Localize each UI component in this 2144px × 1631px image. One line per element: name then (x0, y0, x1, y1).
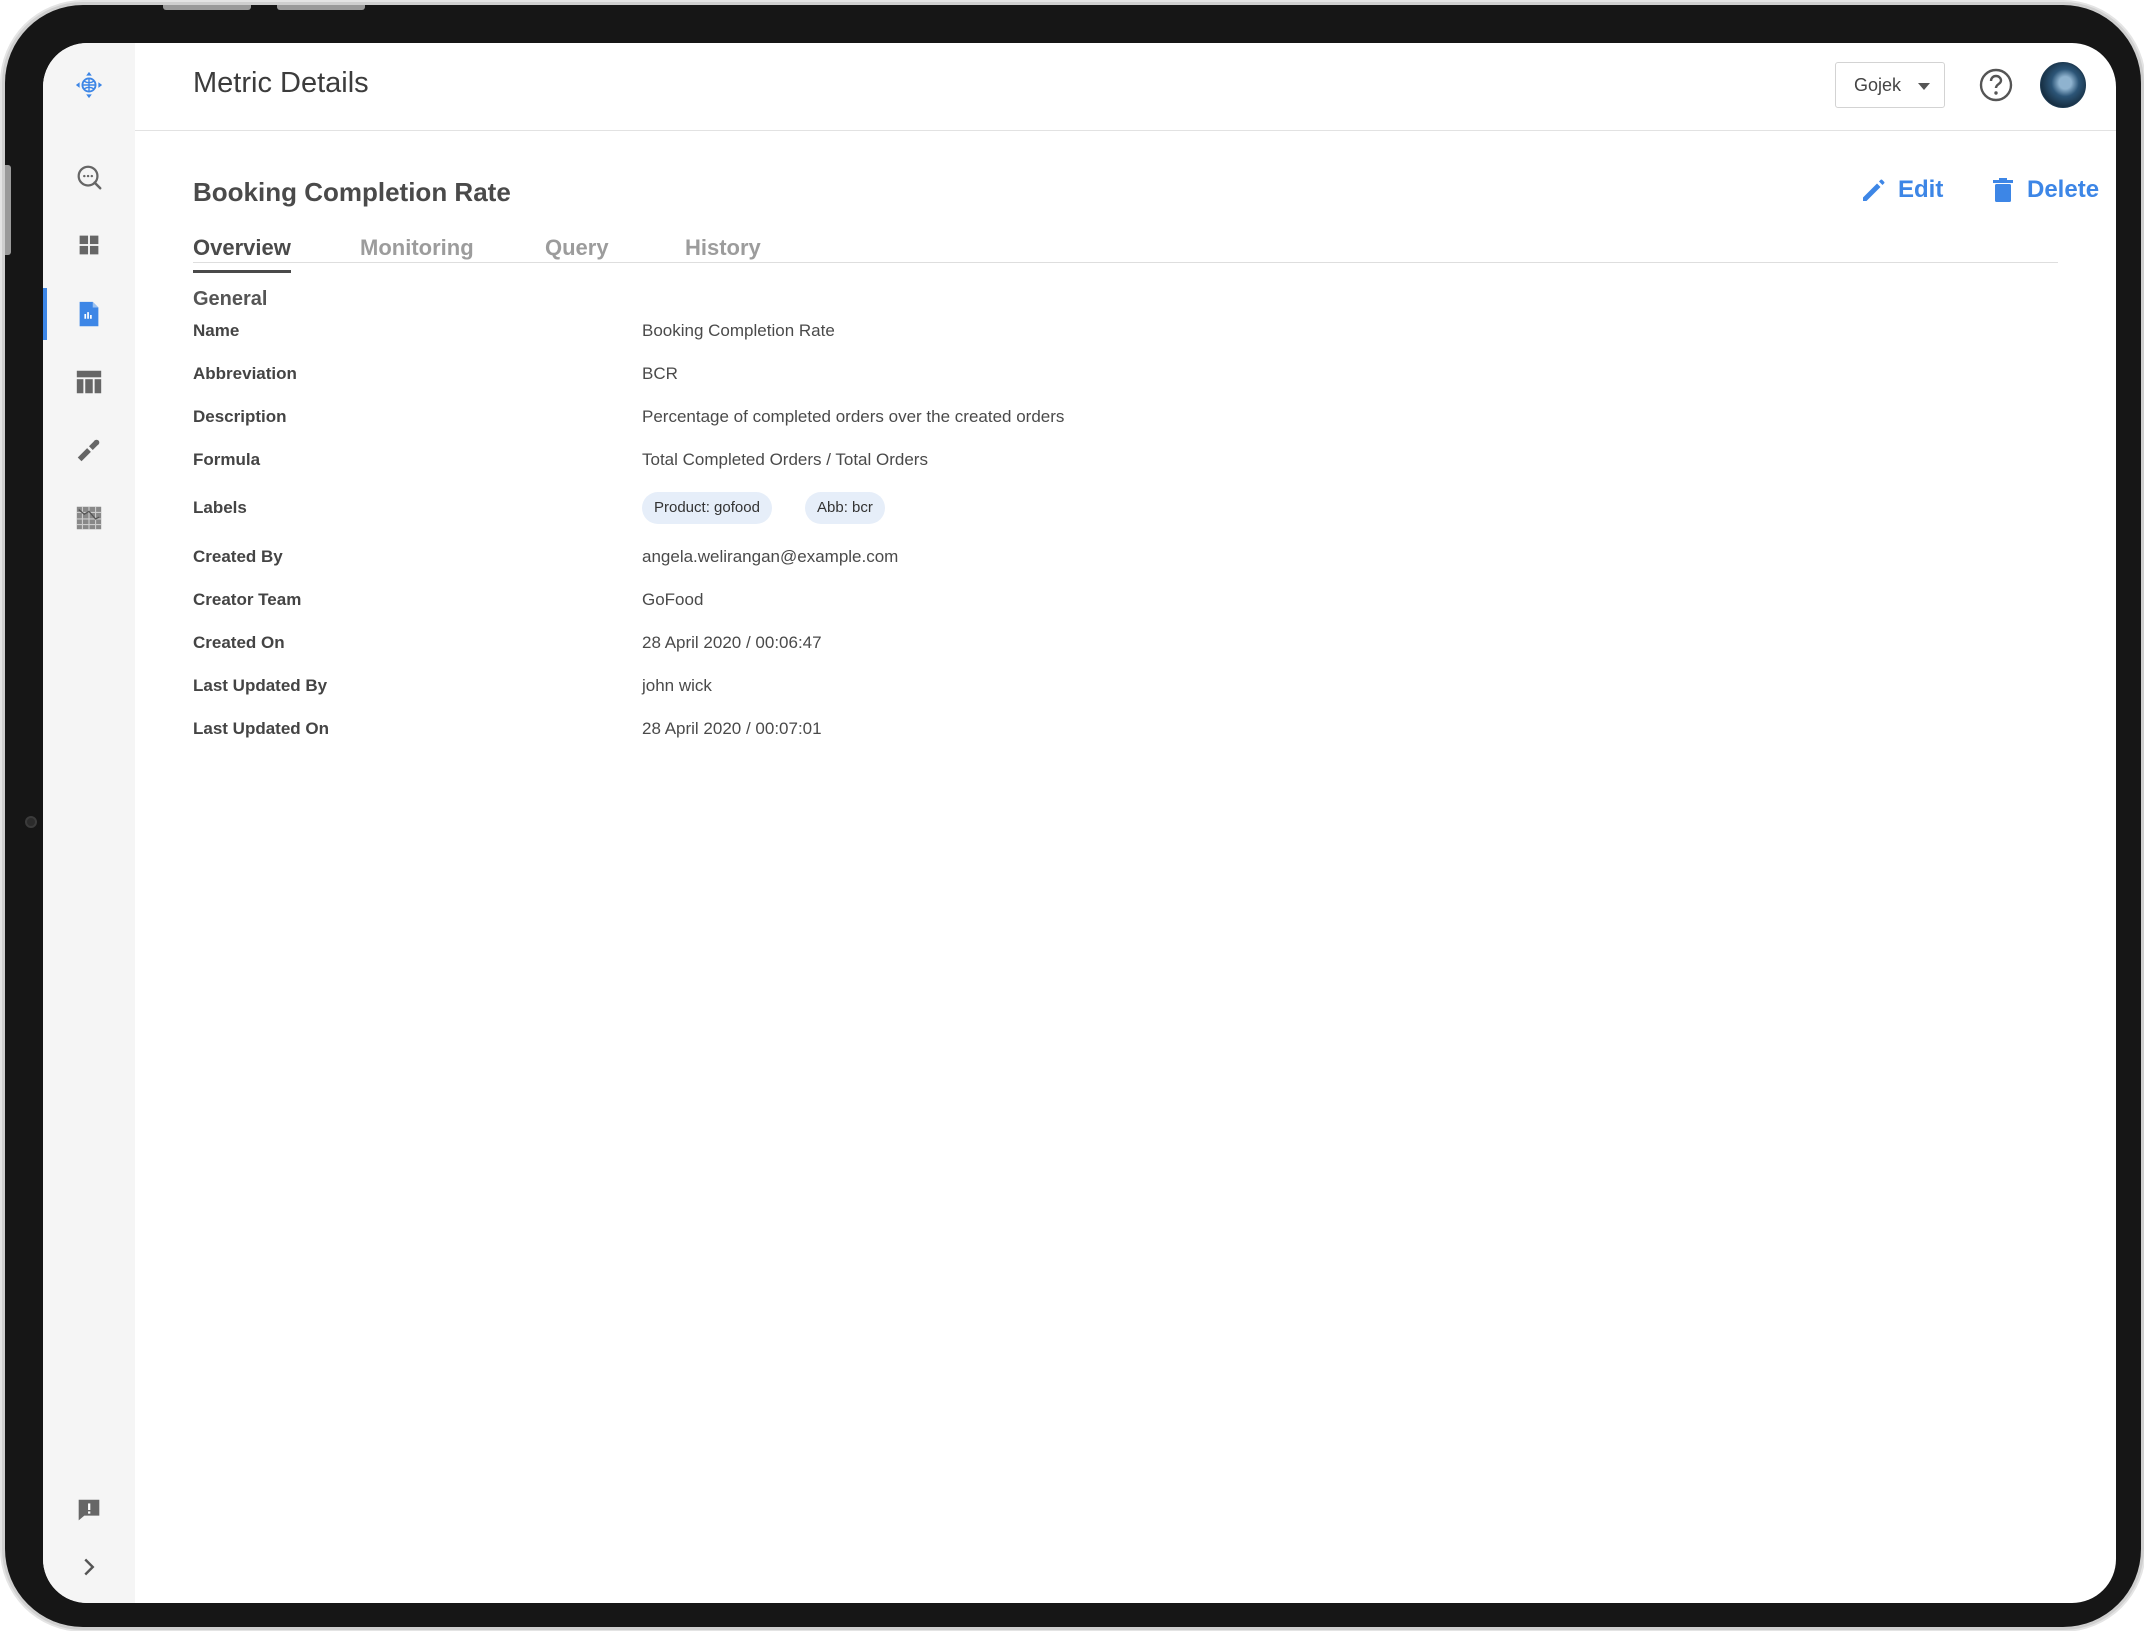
edit-button[interactable]: Edit (1860, 176, 1943, 204)
sidebar-item-dashboard[interactable] (43, 219, 135, 271)
page-title: Metric Details (193, 67, 369, 99)
sidebar-item-tables[interactable] (43, 356, 135, 408)
tab-history[interactable]: History (685, 235, 761, 261)
field-row-labels: Labels Product: gofood Abb: bcr (193, 492, 1593, 524)
sidebar-item-search[interactable] (43, 151, 135, 203)
field-row: Formula Total Completed Orders / Total O… (193, 450, 1593, 474)
dashboard-icon (79, 235, 99, 255)
field-label: Formula (193, 450, 261, 469)
field-label: Description (193, 407, 287, 426)
field-value: 28 April 2020 / 00:06:47 (642, 633, 822, 652)
tab-query[interactable]: Query (545, 235, 609, 261)
feedback-icon (78, 1499, 100, 1521)
top-bar: Metric Details Gojek (135, 43, 2116, 131)
map-icon (76, 506, 102, 530)
field-label: Name (193, 321, 240, 340)
table-icon (76, 370, 102, 394)
tablet-frame: Metric Details Gojek Booking Completion … (5, 5, 2141, 1627)
sidebar-expand-button[interactable] (43, 1541, 135, 1593)
field-value: angela.welirangan@example.com (642, 547, 899, 566)
logo-icon (75, 71, 103, 99)
field-row: Name Booking Completion Rate (193, 321, 1593, 345)
chevron-right-icon (84, 1558, 95, 1576)
field-label: Abbreviation (193, 364, 297, 383)
field-value: Booking Completion Rate (642, 321, 835, 340)
chevron-down-icon (1918, 83, 1930, 90)
device-button (277, 5, 365, 10)
app-screen: Metric Details Gojek Booking Completion … (43, 43, 2116, 1603)
sidebar-item-map[interactable] (43, 492, 135, 544)
edit-button-label: Edit (1898, 176, 1944, 203)
field-label: Created By (193, 547, 283, 566)
avatar[interactable] (2040, 62, 2086, 108)
field-row: Created On 28 April 2020 / 00:06:47 (193, 633, 1593, 657)
field-row: Last Updated On 28 April 2020 / 00:07:01 (193, 719, 1593, 743)
section-title-general: General (193, 288, 268, 310)
sidebar (43, 43, 135, 1603)
delete-button[interactable]: Delete (1989, 176, 2099, 204)
sidebar-item-feedback[interactable] (43, 1484, 135, 1536)
field-label: Creator Team (193, 590, 302, 609)
field-label: Created On (193, 633, 285, 652)
field-value: GoFood (642, 590, 704, 609)
field-row: Creator Team GoFood (193, 590, 1593, 614)
tab-monitoring[interactable]: Monitoring (360, 235, 474, 261)
help-icon[interactable] (1978, 67, 2014, 103)
field-label: Last Updated By (193, 676, 328, 695)
sidebar-item-tools[interactable] (43, 424, 135, 476)
field-row: Abbreviation BCR (193, 364, 1593, 388)
field-value: BCR (642, 364, 678, 383)
tab-overview[interactable]: Overview (193, 235, 291, 273)
field-label: Labels (193, 498, 247, 517)
search-icon (77, 165, 102, 190)
field-row: Last Updated By john wick (193, 676, 1593, 700)
organization-select-value: Gojek (1854, 75, 1902, 95)
device-side-button (5, 165, 11, 255)
label-chip[interactable]: Product: gofood (642, 492, 772, 524)
field-value: Total Completed Orders / Total Orders (642, 450, 928, 469)
organization-select[interactable]: Gojek (1835, 62, 1945, 108)
device-button (163, 5, 251, 10)
field-row: Created By angela.welirangan@example.com (193, 547, 1593, 571)
metric-title: Booking Completion Rate (193, 177, 511, 207)
trash-icon (1993, 178, 2013, 202)
pencil-icon (1863, 179, 1885, 201)
field-row: Description Percentage of completed orde… (193, 407, 1593, 431)
tools-icon (77, 439, 100, 462)
main-content: Metric Details Gojek Booking Completion … (135, 43, 2116, 1603)
sidebar-logo[interactable] (43, 59, 135, 111)
metric-document-icon (79, 301, 99, 327)
field-value: john wick (642, 676, 712, 695)
label-chip[interactable]: Abb: bcr (805, 492, 885, 524)
delete-button-label: Delete (2027, 176, 2100, 203)
field-value: Percentage of completed orders over the … (642, 407, 1065, 426)
field-label: Last Updated On (193, 719, 330, 738)
field-value: 28 April 2020 / 00:07:01 (642, 719, 822, 738)
sidebar-item-metrics[interactable] (43, 288, 135, 340)
camera (25, 816, 37, 828)
tab-bar: Overview Monitoring Query History (193, 219, 2058, 273)
